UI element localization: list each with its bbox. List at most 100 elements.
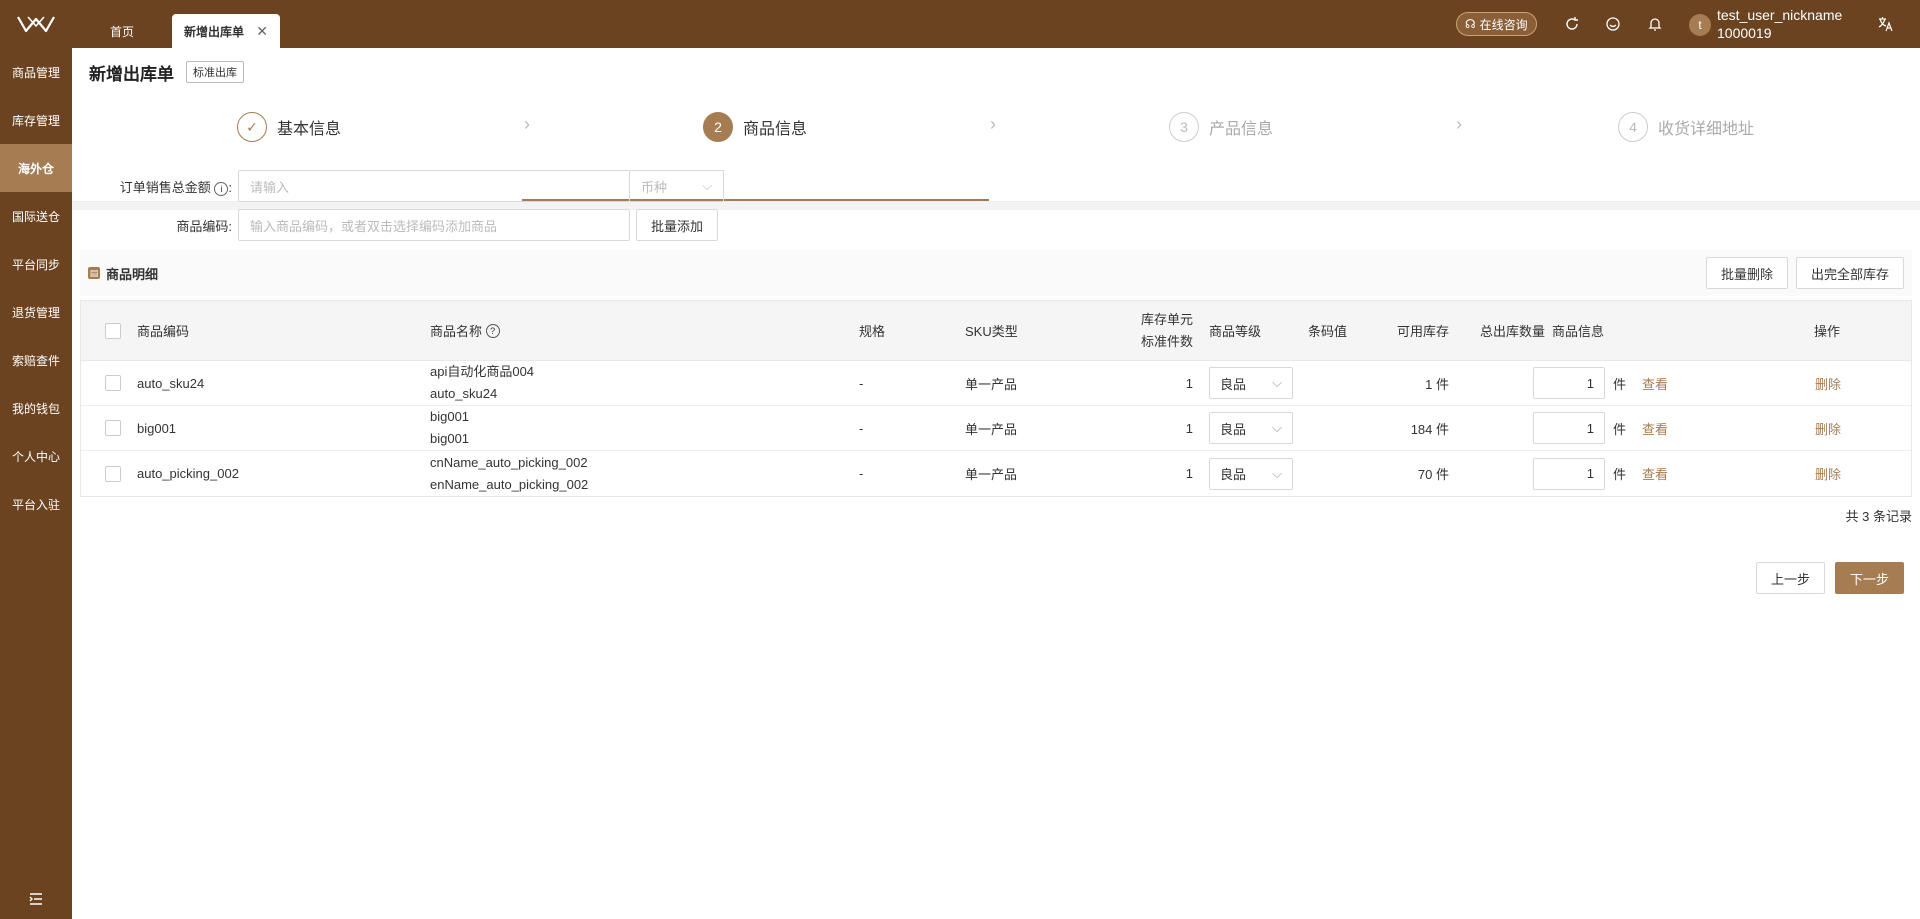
step-label: 基本信息	[277, 121, 342, 138]
row-code: auto_picking_002	[137, 466, 239, 481]
delete-link[interactable]: 删除	[1815, 451, 1841, 496]
step-number: 4	[1618, 112, 1648, 142]
grade-select[interactable]: 良品 ⌵	[1209, 457, 1293, 490]
step-shipping-address[interactable]: 4 收货详细地址	[1618, 104, 1754, 150]
chevron-right-icon: ›	[1456, 114, 1462, 134]
chevron-down-icon: ⌵	[1272, 375, 1282, 390]
logo-icon[interactable]	[0, 0, 72, 48]
chevron-right-icon: ›	[990, 114, 996, 134]
row-checkbox[interactable]	[105, 465, 121, 482]
row-available: 1 件	[1425, 376, 1449, 392]
view-link[interactable]: 查看	[1642, 406, 1668, 450]
username: test_user_nickname	[1717, 7, 1843, 23]
row-available: 184 件	[1410, 421, 1449, 437]
tab-new-outbound[interactable]: 新增出库单 ✕	[172, 14, 280, 48]
batch-delete-button[interactable]: 批量删除	[1705, 257, 1788, 289]
row-checkbox[interactable]	[105, 375, 121, 391]
row-spec: -	[859, 466, 864, 481]
product-detail-header: ▤ 商品明细 批量删除 出完全部库存	[80, 250, 1912, 296]
footer-buttons: 上一步 下一步	[1755, 562, 1904, 594]
online-consult-button[interactable]: ☊ 在线咨询	[1456, 12, 1537, 36]
avatar[interactable]: t	[1689, 14, 1711, 36]
delete-link[interactable]: 删除	[1815, 406, 1841, 450]
table-header: 商品编码 商品名称 ? 规格 SKU类型 库存单元 标准件数 商品等级 条码值 可…	[81, 301, 1911, 361]
sku-code-input[interactable]: 输入商品编码，或者双击选择编码添加商品	[238, 209, 630, 241]
currency-select[interactable]: 币种 ⌵	[630, 170, 724, 202]
sidebar-item-profile[interactable]: 个人中心	[0, 432, 72, 480]
view-link[interactable]: 查看	[1642, 451, 1668, 496]
translate-icon[interactable]	[1875, 14, 1895, 34]
step-label: 商品信息	[743, 121, 808, 138]
th-code: 商品编码	[137, 324, 190, 339]
row-name: big001 big001	[430, 409, 470, 446]
collapse-menu-icon[interactable]	[0, 887, 72, 911]
sidebar: 商品管理 库存管理 海外仓 国际送仓 平台同步 退货管理 索赔查件 我的钱包 个…	[0, 0, 72, 919]
view-link[interactable]: 查看	[1642, 361, 1668, 405]
grade-select[interactable]: 良品 ⌵	[1209, 367, 1293, 399]
th-action: 操作	[1814, 324, 1841, 339]
grade-select[interactable]: 良品 ⌵	[1209, 412, 1293, 444]
sidebar-item-overseas[interactable]: 海外仓	[0, 144, 72, 192]
row-unit: 1	[1185, 466, 1193, 481]
table-row: auto_sku24 api自动化商品004 auto_sku24 - 单一产品 …	[81, 361, 1911, 406]
chevron-right-icon: ›	[524, 114, 530, 134]
total-amount-input[interactable]: 请输入	[238, 170, 630, 202]
th-available: 可用库存	[1396, 324, 1449, 339]
row-spec: -	[859, 375, 864, 391]
row-name: cnName_auto_picking_002 enName_auto_picki…	[430, 454, 589, 492]
main-content: 新增出库单 标准出库 ✓ 基本信息 › 2 商品信息 › 3 产品信息 › 4 …	[72, 48, 1920, 919]
step-label: 产品信息	[1209, 121, 1274, 138]
chevron-down-icon: ⌵	[1272, 420, 1282, 435]
step-item-info[interactable]: 3 产品信息	[1169, 104, 1273, 150]
table-row: big001 big001 big001 - 单一产品 1 良品 ⌵ 184 件 1…	[81, 406, 1911, 451]
th-sku-type: SKU类型	[965, 324, 1018, 339]
th-barcode: 条码值	[1308, 324, 1348, 339]
quantity-input[interactable]: 1	[1533, 412, 1605, 444]
sidebar-item-product[interactable]: 商品管理	[0, 48, 72, 96]
quantity-input[interactable]: 1	[1533, 457, 1605, 490]
sidebar-item-inventory[interactable]: 库存管理	[0, 96, 72, 144]
select-all-checkbox[interactable]	[105, 322, 121, 339]
tab-home[interactable]: 首页	[98, 14, 146, 48]
step-number: 3	[1169, 112, 1199, 142]
qty-unit: 件	[1613, 467, 1627, 482]
sidebar-item-intl-shipping[interactable]: 国际送仓	[0, 192, 72, 240]
close-icon[interactable]: ✕	[256, 23, 268, 40]
total-amount-label: 订单销售总金额 i:	[119, 179, 232, 196]
sidebar-item-returns[interactable]: 退货管理	[0, 288, 72, 336]
step-basic-info[interactable]: ✓ 基本信息	[237, 104, 341, 150]
refresh-icon[interactable]	[1562, 14, 1582, 34]
next-step-button[interactable]: 下一步	[1834, 562, 1904, 594]
sidebar-item-platform-sync[interactable]: 平台同步	[0, 240, 72, 288]
step-product-info[interactable]: 2 商品信息	[703, 104, 807, 150]
row-sku-type: 单一产品	[965, 421, 1018, 437]
sidebar-item-wallet[interactable]: 我的钱包	[0, 384, 72, 432]
qty-unit: 件	[1613, 421, 1627, 437]
row-spec: -	[859, 420, 864, 436]
consult-label: 在线咨询	[1479, 17, 1528, 32]
ship-all-stock-button[interactable]: 出完全部库存	[1795, 257, 1904, 289]
bell-icon[interactable]	[1645, 14, 1665, 34]
row-sku-type: 单一产品	[965, 376, 1018, 392]
sidebar-item-onboarding[interactable]: 平台入驻	[0, 480, 72, 528]
th-spec: 规格	[859, 324, 886, 339]
chevron-down-icon: ⌵	[1272, 465, 1282, 481]
record-count: 共 3 条记录	[1845, 509, 1912, 524]
batch-add-button[interactable]: 批量添加	[636, 209, 719, 241]
sku-code-row: 商品编码: 输入商品编码，或者双击选择编码添加商品 批量添加	[72, 209, 719, 241]
smile-icon[interactable]	[1603, 14, 1623, 34]
detail-icon: ▤	[88, 267, 100, 279]
check-icon: ✓	[237, 112, 267, 142]
delete-link[interactable]: 删除	[1815, 361, 1841, 405]
quantity-input[interactable]: 1	[1533, 367, 1605, 399]
row-checkbox[interactable]	[105, 420, 121, 436]
sidebar-item-claims[interactable]: 索赔查件	[0, 336, 72, 384]
user-info[interactable]: test_user_nickname 1000019	[1717, 6, 1842, 42]
help-icon[interactable]: ?	[485, 323, 500, 338]
info-icon[interactable]: i	[214, 181, 229, 196]
headset-icon: ☊	[1465, 17, 1476, 31]
th-unit: 库存单元 标准件数	[1140, 311, 1193, 349]
prev-step-button[interactable]: 上一步	[1755, 562, 1825, 594]
row-unit: 1	[1185, 375, 1193, 391]
th-grade: 商品等级	[1209, 324, 1262, 339]
